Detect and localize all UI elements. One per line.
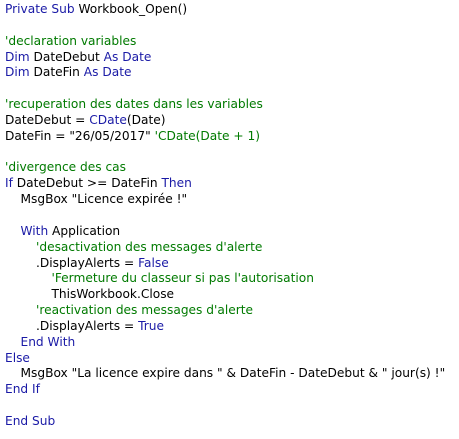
keyword-token: CDate bbox=[89, 112, 127, 127]
keyword-token: End With bbox=[5, 334, 76, 349]
code-line: 'declaration variables bbox=[5, 34, 459, 50]
code-line: With Application bbox=[5, 224, 459, 240]
code-token: DateFin = "26/05/2017" bbox=[5, 128, 155, 143]
keyword-token: End Sub bbox=[5, 413, 56, 428]
code-line: 'recuperation des dates dans les variabl… bbox=[5, 97, 459, 113]
code-line: MsgBox "Licence expirée !" bbox=[5, 192, 459, 208]
code-line: If DateDebut >= DateFin Then bbox=[5, 176, 459, 192]
keyword-token: End If bbox=[5, 382, 40, 397]
keyword-token: Else bbox=[5, 350, 30, 365]
code-token: (Date) bbox=[126, 112, 166, 127]
keyword-token: With bbox=[5, 223, 53, 238]
code-token: Workbook_Open() bbox=[78, 2, 188, 16]
keyword-token: As Date bbox=[103, 49, 152, 64]
vba-code-editor[interactable]: Private Sub Workbook_Open() 'declaration … bbox=[0, 0, 459, 439]
comment-token: 'declaration variables bbox=[5, 33, 137, 48]
comment-token: 'desactivation des messages d'alerte bbox=[5, 239, 263, 254]
code-line: End With bbox=[5, 335, 459, 351]
keyword-token: As Date bbox=[83, 65, 132, 80]
code-line: Dim DateFin As Date bbox=[5, 65, 459, 81]
code-line: Private Sub Workbook_Open() bbox=[5, 2, 459, 18]
code-line: .DisplayAlerts = False bbox=[5, 256, 459, 272]
code-token: .DisplayAlerts = bbox=[5, 318, 139, 333]
code-line: DateFin = "26/05/2017" 'CDate(Date + 1) bbox=[5, 129, 459, 145]
code-token: MsgBox "Licence expirée !" bbox=[5, 192, 188, 207]
comment-token: 'reactivation des messages d'alerte bbox=[5, 303, 253, 318]
code-token: DateDebut = bbox=[5, 112, 90, 127]
keyword-token: If bbox=[5, 176, 17, 191]
code-line: End Sub bbox=[5, 414, 459, 430]
code-line: .DisplayAlerts = True bbox=[5, 319, 459, 335]
code-token: .DisplayAlerts = bbox=[5, 255, 139, 270]
code-line: DateDebut = CDate(Date) bbox=[5, 113, 459, 129]
comment-token: 'Fermeture du classeur si pas l'autorisa… bbox=[5, 271, 314, 286]
code-token: Application bbox=[52, 223, 121, 238]
code-token: ThisWorkbook.Close bbox=[5, 287, 175, 302]
code-line: Else bbox=[5, 351, 459, 367]
code-line: End If bbox=[5, 382, 459, 398]
keyword-token: Then bbox=[161, 176, 192, 191]
comment-token: 'divergence des cas bbox=[5, 160, 126, 175]
code-line: 'desactivation des messages d'alerte bbox=[5, 240, 459, 256]
code-line: 'reactivation des messages d'alerte bbox=[5, 303, 459, 319]
code-line: 'divergence des cas bbox=[5, 160, 459, 176]
code-token: MsgBox "La licence expire dans " & DateF… bbox=[5, 366, 446, 381]
keyword-token: Dim bbox=[5, 49, 34, 64]
keyword-token: False bbox=[138, 255, 169, 270]
code-line: ThisWorkbook.Close bbox=[5, 287, 459, 303]
code-token: DateDebut >= DateFin bbox=[16, 176, 162, 191]
keyword-token: Dim bbox=[5, 65, 34, 80]
keyword-token: Private Sub bbox=[5, 2, 79, 16]
code-line: MsgBox "La licence expire dans " & DateF… bbox=[5, 366, 459, 382]
comment-token: 'recuperation des dates dans les variabl… bbox=[5, 97, 263, 112]
code-token: DateDebut bbox=[33, 49, 104, 64]
code-line: 'Fermeture du classeur si pas l'autorisa… bbox=[5, 271, 459, 287]
comment-token: 'CDate(Date + 1) bbox=[154, 128, 260, 143]
code-line: Dim DateDebut As Date bbox=[5, 50, 459, 66]
code-token: DateFin bbox=[33, 65, 84, 80]
keyword-token: True bbox=[138, 318, 165, 333]
